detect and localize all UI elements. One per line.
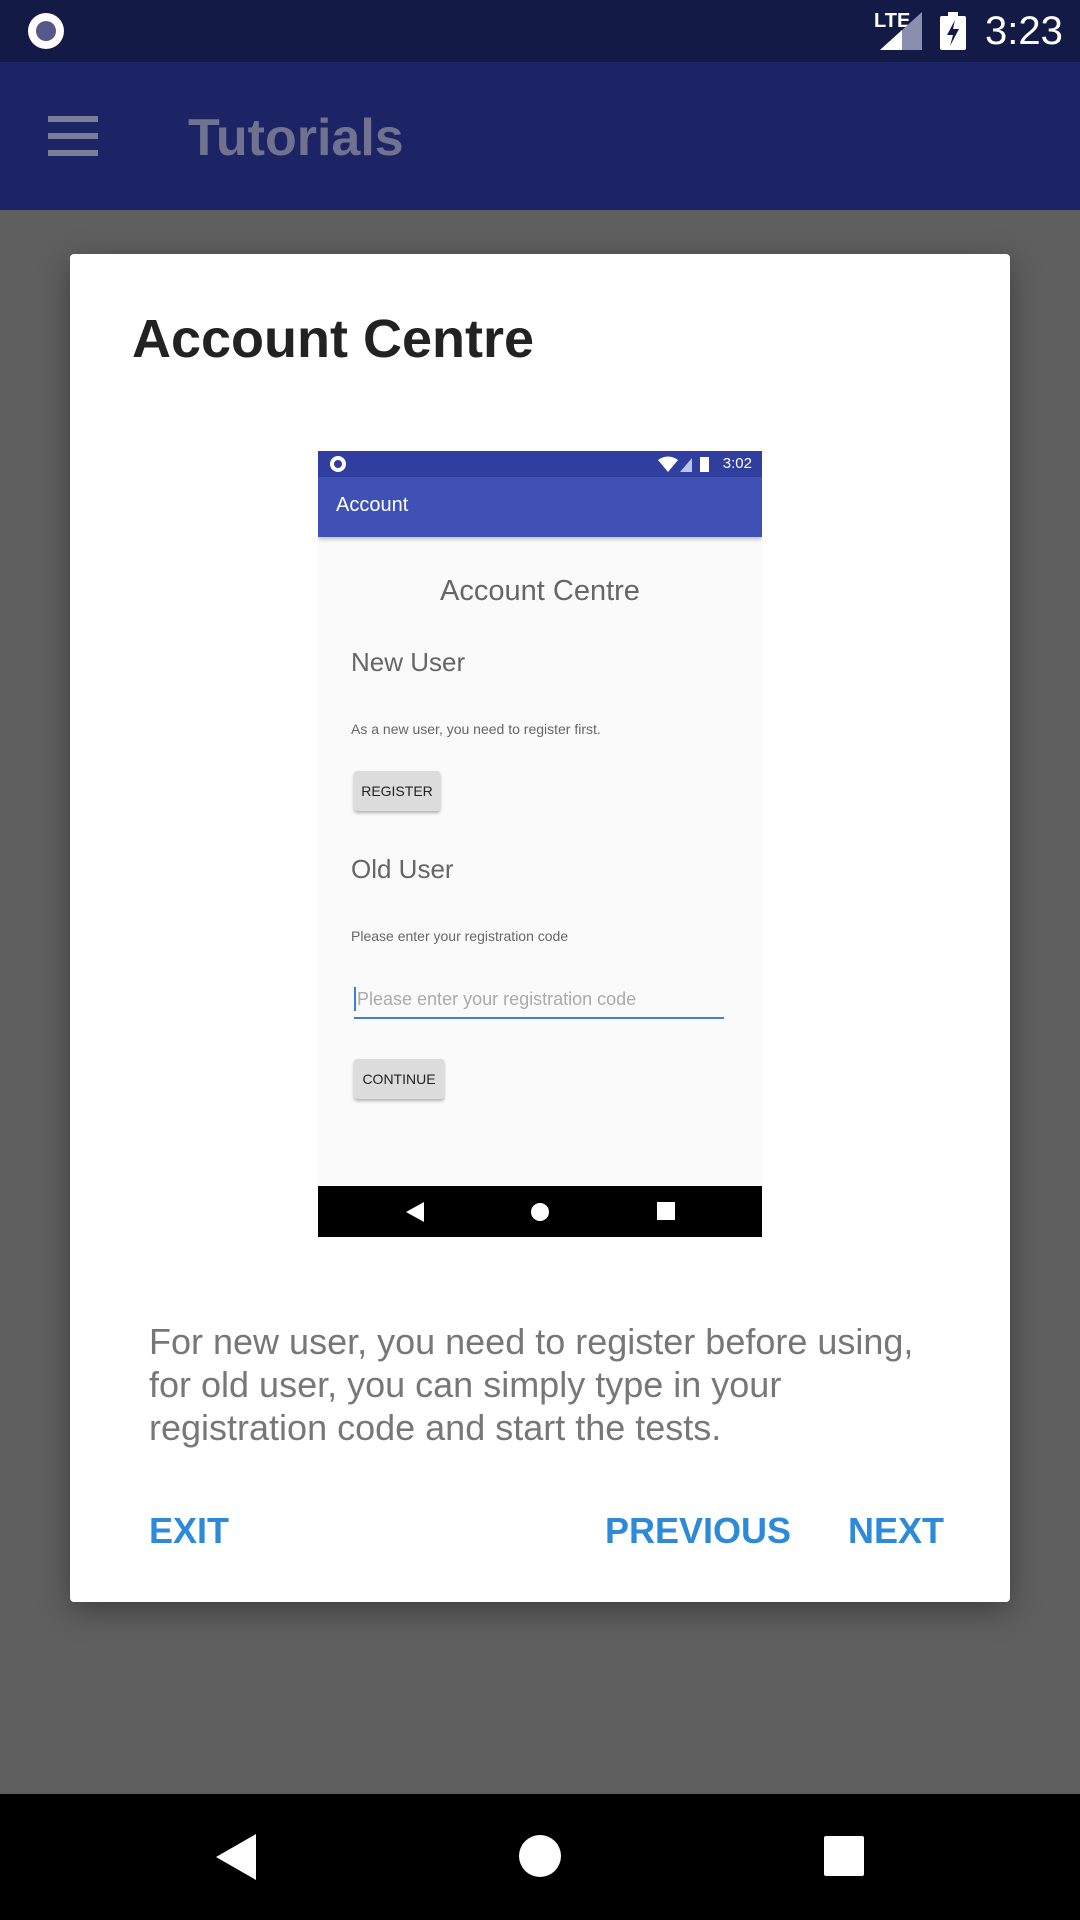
old-user-heading: Old User: [351, 854, 454, 884]
new-user-text: As a new user, you need to register firs…: [351, 721, 601, 737]
screenshot-app-bar: Account: [318, 477, 762, 537]
previous-button[interactable]: PREVIOUS: [605, 1510, 791, 1552]
register-button: REGISTER: [354, 771, 440, 811]
dialog-description: For new user, you need to register befor…: [149, 1321, 914, 1448]
home-icon: [531, 1203, 549, 1221]
wifi-signal-battery-icons: [658, 456, 709, 472]
screenshot-page-title: Account Centre: [440, 575, 640, 607]
back-icon: [406, 1202, 424, 1222]
text-cursor: [354, 987, 356, 1011]
screen-record-icon: [28, 13, 64, 49]
new-user-heading: New User: [351, 647, 466, 677]
screenshot-nav-bar: [318, 1186, 762, 1237]
hamburger-menu-icon[interactable]: [48, 116, 98, 167]
dialog-title: Account Centre: [132, 309, 535, 369]
app-bar-title: Tutorials: [188, 109, 404, 167]
continue-button: CONTINUE: [354, 1059, 444, 1099]
screen-record-icon: [330, 456, 346, 472]
screenshot-status-time: 3:02: [722, 455, 752, 472]
signal-icon: [880, 12, 922, 50]
battery-charging-icon: [940, 12, 966, 50]
old-user-text: Please enter your registration code: [351, 928, 569, 944]
recents-icon[interactable]: [824, 1836, 864, 1876]
screenshot-app-bar-title: Account: [336, 494, 409, 516]
registration-code-placeholder: Please enter your registration code: [357, 988, 637, 1009]
status-time: 3:23: [985, 9, 1063, 53]
registration-code-field: Please enter your registration code: [354, 981, 724, 1019]
app-bar: Tutorials: [0, 62, 1080, 210]
home-icon[interactable]: [518, 1834, 562, 1878]
next-button[interactable]: NEXT: [848, 1510, 944, 1552]
status-bar: LTE 3:23: [0, 0, 1080, 62]
exit-button[interactable]: EXIT: [149, 1510, 229, 1552]
recents-icon: [657, 1202, 675, 1220]
screenshot-status-bar: 3:02: [318, 451, 762, 477]
back-icon[interactable]: [216, 1834, 256, 1880]
tutorial-dialog: Account Centre 3:02 Account Account Cent…: [70, 254, 1010, 1602]
tutorial-screenshot: 3:02 Account Account Centre New User As …: [318, 451, 762, 1237]
system-navigation-bar: [0, 1794, 1080, 1920]
